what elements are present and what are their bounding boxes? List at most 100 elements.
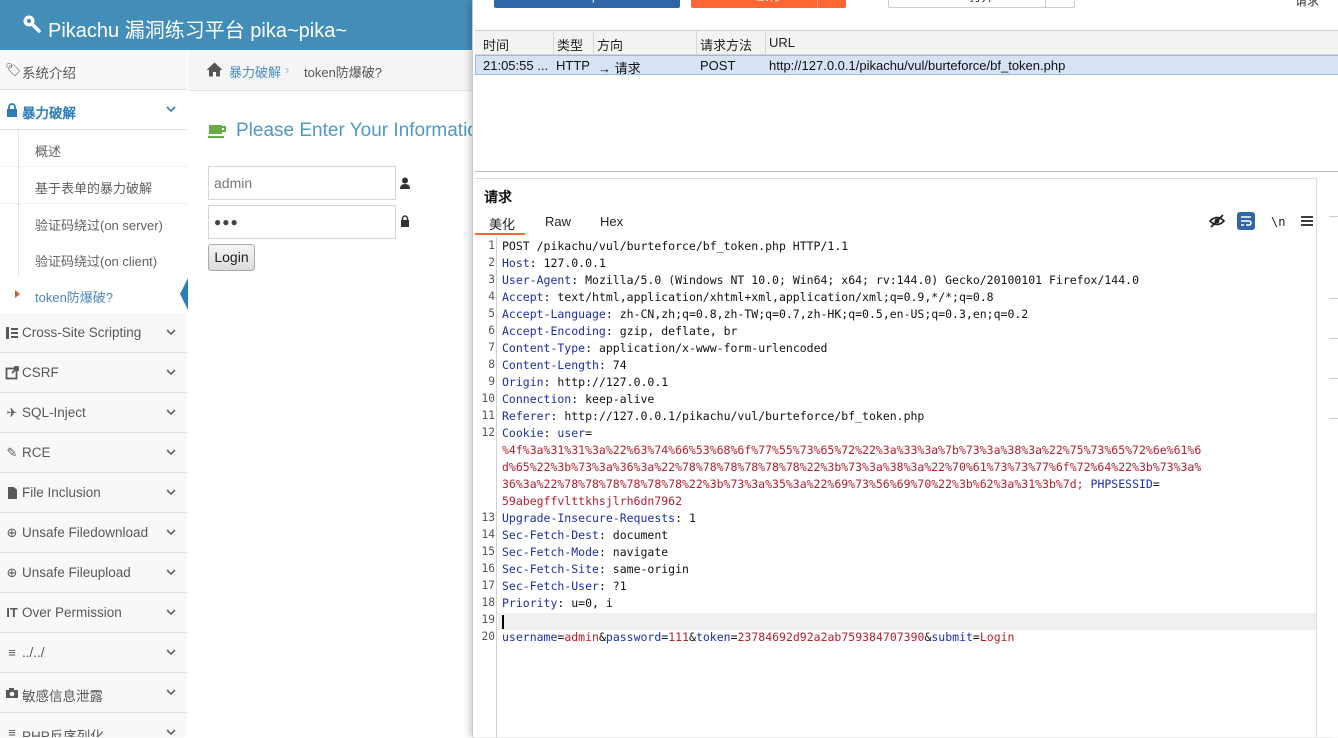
header-name: Referer: [502, 409, 551, 423]
sidebar-item-filedownload[interactable]: ⊕ Unsafe Filedownload: [0, 513, 187, 553]
menu-icon[interactable]: [1298, 212, 1316, 230]
hide-eye-icon[interactable]: [1208, 212, 1226, 230]
header-line[interactable]: Content-Length: 74: [502, 358, 627, 372]
header-name: User-Agent: [502, 273, 572, 287]
header-line[interactable]: Sec-Fetch-Dest: document: [502, 528, 668, 542]
chevron-down-icon: [166, 409, 176, 416]
header-line[interactable]: Priority: u=0, i: [502, 596, 613, 610]
line-number: 15: [481, 545, 495, 558]
sidebar-item-label: Unsafe Filedownload: [22, 525, 149, 540]
username-input[interactable]: admin: [208, 166, 396, 200]
sidebar-item-over-permission[interactable]: IT Over Permission: [0, 593, 187, 633]
coffee-icon: [208, 125, 226, 138]
line-number: 12: [481, 426, 495, 439]
sidebar-subitem-label: 基于表单的暴力破解: [35, 181, 153, 196]
sidebar-item-csrf[interactable]: CSRF: [0, 353, 187, 393]
sidebar-item-info-leak[interactable]: 敏感信息泄露: [0, 673, 187, 713]
sidebar-item-file-inclusion[interactable]: File Inclusion: [0, 473, 187, 513]
tab-raw[interactable]: Raw: [545, 214, 571, 229]
forward-button[interactable]: 放行: [691, 0, 846, 8]
header-line[interactable]: Sec-Fetch-Mode: navigate: [502, 545, 668, 559]
tab-pretty[interactable]: 美化: [489, 214, 515, 233]
request-line[interactable]: POST /pikachu/vul/burteforce/bf_token.ph…: [502, 239, 848, 253]
inspector-side-strip[interactable]: [1316, 178, 1338, 737]
cookie-line[interactable]: Cookie: user=: [502, 426, 592, 440]
sidebar-item-dir-traversal[interactable]: ≡ ../../: [0, 633, 187, 673]
header-line[interactable]: Accept-Encoding: gzip, deflate, br: [502, 324, 737, 338]
open-browser-button[interactable]: 打开: [888, 0, 1075, 8]
param-key: password: [605, 630, 662, 644]
sidebar-subitem-form-brute[interactable]: 基于表单的暴力破解: [0, 167, 187, 204]
header-line[interactable]: User-Agent: Mozilla/5.0 (Windows NT 10.0…: [502, 273, 1139, 287]
line-number: 5: [488, 307, 495, 320]
sidebar-subitem-captcha-server[interactable]: 验证码绕过(on server): [0, 204, 187, 241]
header-name: Accept-Encoding: [502, 324, 606, 338]
sidebar-item-bruteforce[interactable]: 暴力破解: [0, 90, 187, 130]
tab-hex[interactable]: Hex: [600, 214, 623, 229]
tree-line: [18, 130, 19, 167]
header-line[interactable]: Referer: http://127.0.0.1/pikachu/vul/bu…: [502, 409, 924, 423]
cookie-value-line[interactable]: 59abegffvlttkhsjlrh6dn7962: [502, 494, 682, 508]
sidebar-item-label: RCE: [22, 445, 51, 460]
col-url[interactable]: URL: [769, 35, 795, 50]
header-line[interactable]: Origin: http://127.0.0.1: [502, 375, 668, 389]
newline-icon[interactable]: \n: [1269, 212, 1287, 230]
breadcrumb-link-bruteforce[interactable]: 暴力破解: [229, 62, 281, 81]
header-value: 127.0.0.1: [543, 256, 606, 270]
header-line[interactable]: Connection: keep-alive: [502, 392, 654, 406]
pencil-icon: ✎: [6, 445, 18, 460]
sidebar-item-unserialize[interactable]: ≡ PHP反序列化: [0, 713, 187, 737]
col-time[interactable]: 时间: [483, 35, 509, 54]
param-key: token: [695, 630, 731, 644]
sidebar-item-sqli[interactable]: ✈ SQL-Inject: [0, 393, 187, 433]
sidebar-item-xss[interactable]: Cross-Site Scripting: [0, 313, 187, 353]
col-direction[interactable]: 方向: [597, 35, 623, 54]
cell-method: POST: [700, 58, 736, 73]
chevron-down-icon: [166, 529, 176, 536]
home-icon[interactable]: [206, 62, 223, 77]
sidebar-item-rce[interactable]: ✎ RCE: [0, 433, 187, 473]
sidebar-subitem-overview[interactable]: 概述: [0, 130, 187, 167]
cookie-value-line[interactable]: d%65%22%3b%73%3a%36%3a%22%78%78%78%78%78…: [502, 460, 1201, 474]
text-caret: [502, 615, 504, 629]
header-name: Accept: [502, 290, 544, 304]
header-line[interactable]: Accept-Language: zh-CN,zh;q=0.8,zh-TW;q=…: [502, 307, 1028, 321]
sidebar-subitem-captcha-client[interactable]: 验证码绕过(on client): [0, 240, 187, 277]
header-line[interactable]: Sec-Fetch-User: ?1: [502, 579, 627, 593]
sidebar-subitem-token[interactable]: token防爆破?: [0, 276, 188, 314]
table-row[interactable]: 21:05:55 ... HTTP → 请求 POST http://127.0…: [475, 55, 1338, 76]
sidebar: 🏷 系统介绍 暴力破解 概述 基于表单的暴力破解 验证码绕过(on server…: [0, 50, 188, 737]
header-line[interactable]: Upgrade-Insecure-Requests: 1: [502, 511, 696, 525]
login-button[interactable]: Login: [208, 244, 255, 271]
chevron-down-icon: [166, 329, 176, 336]
camera-icon: [6, 688, 18, 698]
header-name: Accept-Language: [502, 307, 606, 321]
body-line[interactable]: username=admin&password=111&token=237846…: [502, 630, 1014, 644]
header-value: navigate: [612, 545, 669, 559]
line-number-gutter: 1 2 3 4 5 6 7 8 9 10 11 12 13 14 15 16 1…: [475, 237, 497, 738]
user-icon: [400, 177, 410, 189]
sidebar-item-label: File Inclusion: [22, 485, 101, 500]
app-title[interactable]: Pikachu 漏洞练习平台 pika~pika~: [48, 14, 347, 43]
password-input[interactable]: ●●●: [208, 205, 396, 239]
chevron-down-icon: [166, 106, 176, 113]
breadcrumb-current: token防爆破?: [304, 65, 383, 80]
sidebar-item-intro[interactable]: 🏷 系统介绍: [0, 50, 187, 90]
cookie-value-line[interactable]: 36%3a%22%78%78%78%78%78%78%22%3b%73%3a%3…: [502, 477, 1160, 491]
divider: [1329, 338, 1338, 339]
col-type[interactable]: 类型: [557, 35, 583, 54]
header-value: keep-alive: [585, 392, 655, 406]
col-method[interactable]: 请求方法: [700, 35, 752, 54]
tree-line: [18, 240, 19, 277]
sidebar-item-fileupload[interactable]: ⊕ Unsafe Fileupload: [0, 553, 187, 593]
cookie-value-line[interactable]: %4f%3a%31%31%3a%22%63%74%66%53%68%6f%77%…: [502, 443, 1201, 457]
header-line[interactable]: Host: 127.0.0.1: [502, 256, 606, 270]
header-line[interactable]: Sec-Fetch-Site: same-origin: [502, 562, 689, 576]
tree-line: [18, 204, 19, 241]
intercept-toggle-button[interactable]: Intercept on: [494, 0, 680, 8]
share-icon: [5, 366, 19, 380]
wrap-lines-icon[interactable]: [1237, 212, 1255, 230]
header-name: Sec-Fetch-Dest: [502, 528, 599, 542]
header-line[interactable]: Accept: text/html,application/xhtml+xml,…: [502, 290, 994, 304]
header-line[interactable]: Content-Type: application/x-www-form-url…: [502, 341, 827, 355]
